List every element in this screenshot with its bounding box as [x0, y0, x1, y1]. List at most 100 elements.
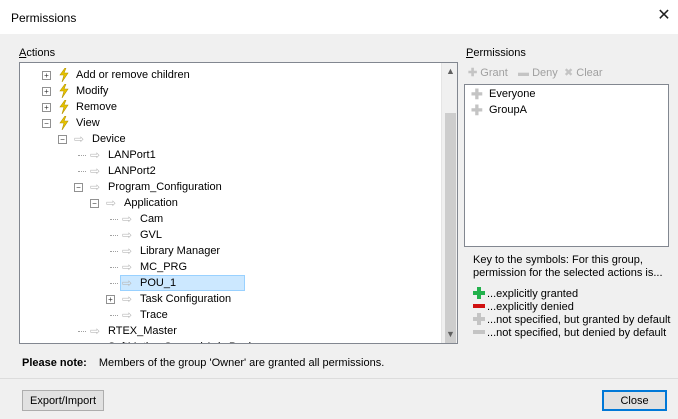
tree-node[interactable]: + Add or remove children — [20, 67, 440, 83]
scrollbar-thumb[interactable] — [445, 113, 456, 343]
owner-note: Please note: Members of the group 'Owner'… — [22, 357, 384, 369]
tree-connector — [110, 251, 118, 252]
tree-connector — [110, 235, 118, 236]
expand-icon[interactable]: + — [42, 87, 51, 96]
tree-node[interactable]: ⇨ GVL — [20, 227, 440, 243]
arrow-icon: ⇨ — [122, 244, 133, 258]
tree-node-label: Add or remove children — [76, 69, 190, 81]
tree-node-label: Cam — [140, 213, 164, 225]
tree-node-label: SoftMotion General Axis Pool — [108, 339, 251, 343]
arrow-icon: ⇨ — [122, 212, 133, 226]
arrow-icon: ⇨ — [74, 132, 85, 146]
bolt-icon — [59, 100, 69, 114]
key-default-denied: ...not specified, but denied by default — [473, 327, 666, 340]
tree-content: + Add or remove children + Modify + Remove − Vi… — [20, 63, 440, 343]
permissions-toolbar: ✚ Grant ▬ Deny ✖ Clear — [464, 62, 669, 84]
gray-plus-icon — [473, 313, 485, 326]
arrow-icon: ⇨ — [122, 276, 133, 290]
tree-node[interactable]: ⇨ SoftMotion General Axis Pool — [20, 339, 440, 343]
group-everyone: Everyone — [489, 88, 536, 100]
tree-node-label: RTEX_Master — [108, 325, 177, 337]
arrow-icon: ⇨ — [122, 260, 133, 274]
clear-icon: ✖ — [564, 67, 574, 79]
tree-node[interactable]: − ⇨ Application — [20, 195, 440, 211]
tree-node-label: POU_1 — [140, 277, 177, 289]
key-default-granted: ...not specified, but granted by default — [473, 313, 670, 327]
bolt-icon — [59, 68, 69, 82]
key-denied: ...explicitly denied — [473, 301, 574, 314]
tree-node[interactable]: + Modify — [20, 83, 440, 99]
actions-label: Actions — [19, 47, 56, 59]
grant-button[interactable]: ✚ Grant — [468, 66, 508, 80]
tree-connector — [110, 267, 118, 268]
tree-node[interactable]: + ⇨ Task Configuration — [20, 291, 440, 307]
permissions-list[interactable]: ✚ Everyone ✚ GroupA — [464, 84, 669, 247]
expand-icon[interactable]: + — [42, 71, 51, 80]
note-title: Please note: — [22, 357, 87, 369]
tree-node-label: LANPort1 — [108, 149, 156, 161]
tree-node[interactable]: ⇨ POU_1 — [20, 275, 440, 291]
arrow-icon: ⇨ — [106, 196, 117, 210]
window-title: Permissions — [11, 11, 77, 25]
expand-icon[interactable]: + — [42, 103, 51, 112]
tree-connector — [110, 315, 118, 316]
expand-icon[interactable]: + — [106, 295, 115, 304]
tree-node[interactable]: ⇨ LANPort2 — [20, 163, 440, 179]
collapse-icon[interactable]: − — [74, 183, 83, 192]
deny-button[interactable]: ▬ Deny — [518, 66, 558, 80]
tree-connector — [78, 331, 86, 332]
tree-node[interactable]: ⇨ Cam — [20, 211, 440, 227]
tree-connector — [110, 219, 118, 220]
title-bar: Permissions ✕ — [0, 0, 678, 34]
deny-icon: ▬ — [518, 67, 529, 79]
tree-node-label: GVL — [140, 229, 163, 241]
arrow-icon: ⇨ — [122, 228, 133, 242]
tree-node-label: Library Manager — [140, 245, 221, 257]
arrow-icon: ⇨ — [90, 340, 104, 343]
tree-node[interactable]: − ⇨ Program_Configuration — [20, 179, 440, 195]
close-button[interactable]: Close — [602, 390, 667, 411]
bolt-icon — [59, 84, 69, 98]
tree-node[interactable]: + Remove — [20, 99, 440, 115]
arrow-icon: ⇨ — [90, 324, 101, 338]
arrow-icon: ⇨ — [122, 308, 133, 322]
group-groupa: GroupA — [489, 104, 527, 116]
collapse-icon[interactable]: − — [42, 119, 51, 128]
tree-node-label: LANPort2 — [108, 165, 156, 177]
vertical-scrollbar[interactable]: ▲ ▼ — [441, 63, 457, 343]
tree-node-label: Application — [124, 197, 178, 209]
tree-node[interactable]: − View — [20, 115, 440, 131]
tree-node-label: Task Configuration — [140, 293, 232, 305]
scroll-down-icon[interactable]: ▼ — [442, 326, 457, 343]
collapse-icon[interactable]: − — [58, 135, 67, 144]
not-specified-granted-icon: ✚ — [471, 102, 483, 118]
key-granted: ...explicitly granted — [473, 287, 578, 301]
clear-button[interactable]: ✖ Clear — [564, 66, 603, 80]
collapse-icon[interactable]: − — [90, 199, 99, 208]
arrow-icon: ⇨ — [90, 148, 101, 162]
scroll-up-icon[interactable]: ▲ — [442, 63, 457, 80]
gray-minus-icon — [473, 330, 485, 335]
red-minus-icon — [473, 304, 485, 309]
tree-node[interactable]: ⇨ RTEX_Master — [20, 323, 440, 339]
arrow-icon: ⇨ — [90, 180, 101, 194]
actions-tree[interactable]: + Add or remove children + Modify + Remove − Vi… — [19, 62, 458, 344]
grant-icon: ✚ — [468, 67, 478, 79]
not-specified-granted-icon: ✚ — [471, 86, 483, 102]
tree-node[interactable]: ⇨ Library Manager — [20, 243, 440, 259]
tree-node[interactable]: ⇨ MC_PRG — [20, 259, 440, 275]
permissions-label: Permissions — [466, 47, 526, 59]
export-import-button[interactable]: Export/Import — [22, 390, 104, 411]
tree-node-label: Trace — [140, 309, 168, 321]
tree-connector — [78, 171, 86, 172]
tree-connector — [110, 283, 118, 284]
tree-node[interactable]: − ⇨ Device — [20, 131, 440, 147]
tree-node-label: Modify — [76, 85, 109, 97]
note-text: Members of the group 'Owner' are granted… — [98, 357, 385, 369]
tree-connector — [78, 155, 86, 156]
bolt-icon — [59, 116, 69, 130]
tree-node[interactable]: ⇨ Trace — [20, 307, 440, 323]
tree-node[interactable]: ⇨ LANPort1 — [20, 147, 440, 163]
tree-node-label: Remove — [76, 101, 117, 113]
close-icon[interactable]: ✕ — [656, 8, 672, 24]
